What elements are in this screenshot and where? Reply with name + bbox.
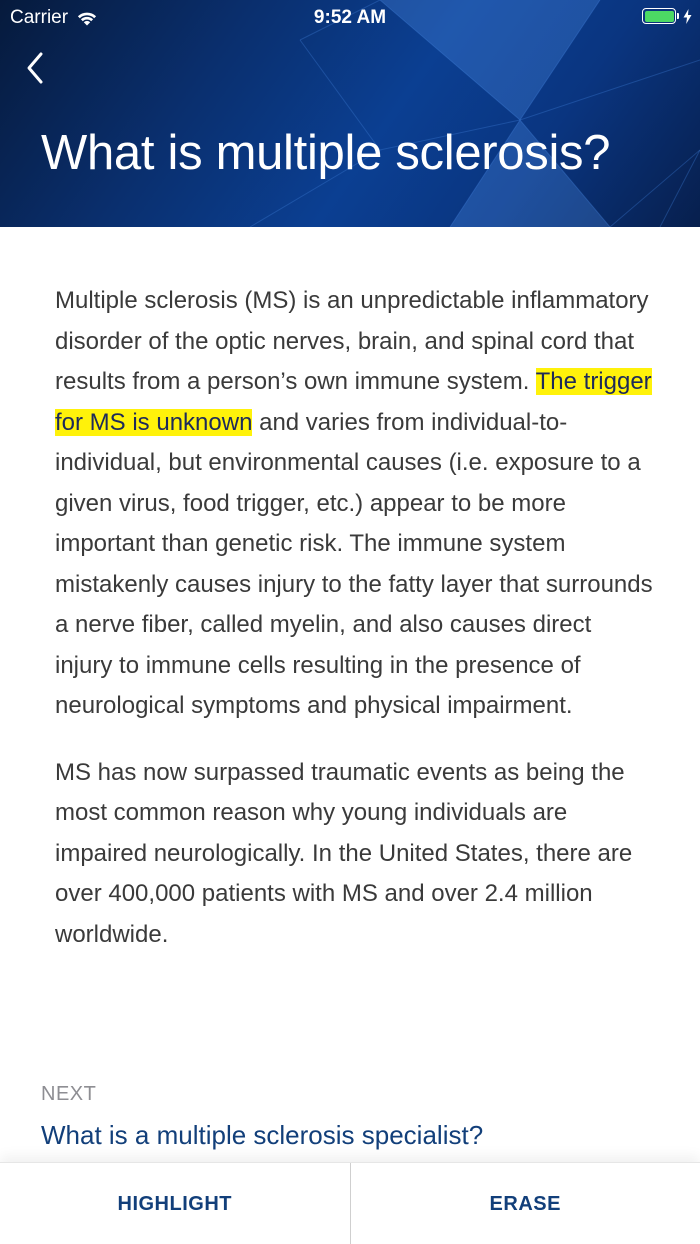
highlight-button[interactable]: HIGHLIGHT <box>0 1163 350 1244</box>
bottom-toolbar: HIGHLIGHT ERASE <box>0 1162 700 1244</box>
erase-button[interactable]: ERASE <box>351 1163 700 1244</box>
page-title: What is multiple sclerosis? <box>41 126 611 180</box>
battery-indicator <box>642 8 692 24</box>
next-article-link[interactable]: What is a multiple sclerosis specialist? <box>41 1120 483 1151</box>
article-paragraph-1: Multiple sclerosis (MS) is an unpredicta… <box>55 281 655 727</box>
back-button[interactable] <box>22 50 52 86</box>
article-body: Multiple sclerosis (MS) is an unpredicta… <box>55 281 655 981</box>
status-time: 9:52 AM <box>313 7 387 28</box>
chevron-left-icon <box>27 52 43 84</box>
header-banner: Carrier 9:52 AM What is multiple scleros… <box>0 0 700 227</box>
next-label: NEXT <box>41 1083 97 1105</box>
battery-icon <box>642 8 676 24</box>
paragraph-text: and varies from individual-to-individual… <box>55 408 653 720</box>
battery-level <box>644 10 674 22</box>
article-screen: Carrier 9:52 AM What is multiple scleros… <box>0 0 700 1244</box>
battery-cap <box>677 13 679 19</box>
status-bar: Carrier 9:52 AM <box>0 0 700 36</box>
article-paragraph-2: MS has now surpassed traumatic events as… <box>55 758 633 948</box>
charging-bolt-icon <box>683 8 692 24</box>
